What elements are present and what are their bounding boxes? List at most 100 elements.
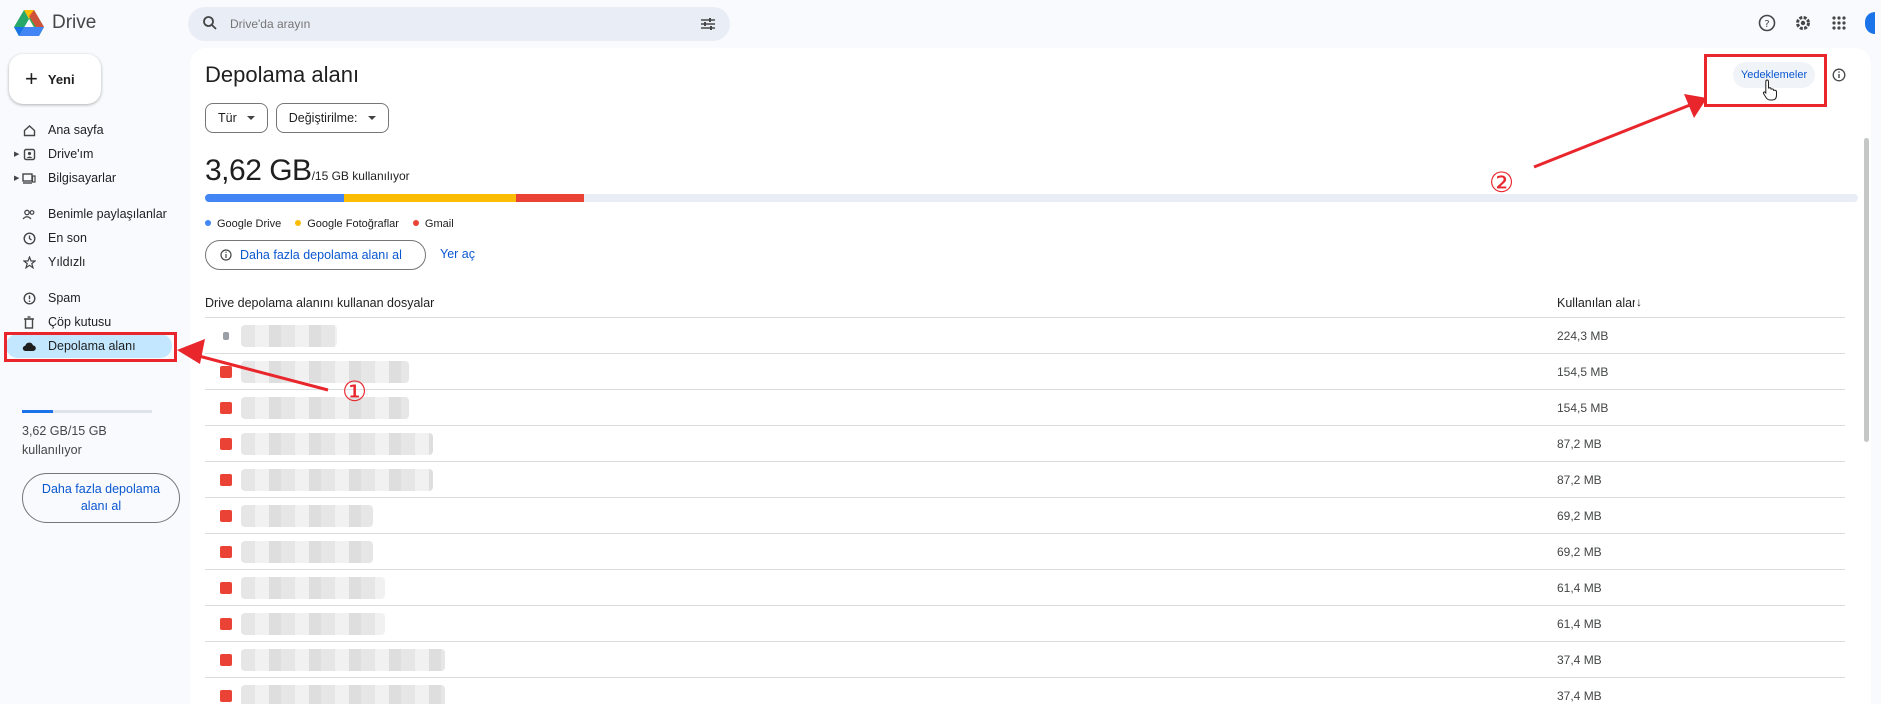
file-name-redacted[interactable] (241, 505, 373, 527)
file-table: 224,3 MB 154,5 MB 154,5 MB 87,2 MB 87,2 MB 69… (205, 318, 1845, 704)
file-size: 154,5 MB (1557, 401, 1609, 415)
file-icon (220, 366, 232, 378)
file-name-redacted[interactable] (241, 397, 409, 419)
get-more-storage-label: Daha fazla depolama alanı al (240, 248, 402, 262)
top-bar: Drive ? (0, 0, 1881, 48)
apps-grid-icon[interactable] (1829, 13, 1849, 33)
sidebar-item-label: Benimle paylaşılanlar (48, 207, 167, 221)
sidebar-item-trash[interactable]: Çöp kutusu (0, 310, 188, 334)
file-size: 87,2 MB (1557, 473, 1602, 487)
file-name-redacted[interactable] (241, 541, 373, 563)
table-row[interactable]: 61,4 MB (205, 606, 1845, 642)
table-row[interactable]: 154,5 MB (205, 354, 1845, 390)
video-icon (220, 402, 232, 414)
legend-label: Gmail (424, 218, 454, 230)
file-name-redacted[interactable] (241, 613, 385, 635)
shared-icon (22, 208, 36, 221)
file-size: 87,2 MB (1557, 437, 1602, 451)
file-name-redacted[interactable] (241, 577, 385, 599)
info-icon[interactable] (1832, 68, 1846, 82)
type-filter[interactable]: Tür (205, 103, 268, 133)
modified-filter[interactable]: Değiştirilme: (275, 103, 389, 133)
new-button[interactable]: + Yeni (9, 54, 101, 104)
computer-icon (22, 172, 36, 185)
sidebar-item-recent[interactable]: En son (0, 226, 188, 250)
size-column-header[interactable]: Kullanılan alan (1557, 296, 1635, 310)
search-input[interactable] (230, 13, 670, 35)
archive-icon (220, 690, 232, 702)
get-more-storage-button[interactable]: Daha fazla depolama alanı al (22, 473, 180, 523)
archive-icon (220, 438, 232, 450)
sidebar-item-shared[interactable]: Benimle paylaşılanlar (0, 202, 188, 226)
free-up-space-link[interactable]: Yer aç (440, 247, 475, 261)
table-row[interactable]: 69,2 MB (205, 498, 1845, 534)
usage-segment-photos (343, 194, 516, 202)
sidebar-item-computers[interactable]: ▶ Bilgisayarlar (0, 166, 188, 190)
sidebar: + Yeni Ana sayfa ▶ Drive'ım ▶ Bilgisayar… (0, 48, 188, 704)
avatar[interactable] (1865, 12, 1875, 34)
legend-label: Google Drive (217, 218, 282, 230)
archive-icon (220, 546, 232, 558)
dropdown-arrow-icon (246, 116, 255, 120)
my-drive-icon (22, 148, 36, 161)
legend-label: Google Fotoğraflar (307, 218, 399, 230)
new-button-label: Yeni (47, 71, 75, 87)
storage-usage-summary: 3,62 GB /15 GB kullanılıyor (205, 154, 410, 188)
file-name-redacted[interactable] (241, 685, 445, 704)
settings-icon[interactable] (1793, 13, 1813, 33)
file-name-redacted[interactable] (241, 361, 409, 383)
expand-caret-icon[interactable]: ▶ (14, 174, 19, 182)
plus-icon: + (25, 66, 38, 91)
sidebar-item-spam[interactable]: Spam (0, 286, 188, 310)
table-row[interactable]: 87,2 MB (205, 462, 1845, 498)
drive-logo[interactable]: Drive (14, 10, 96, 36)
file-size: 69,2 MB (1557, 509, 1602, 523)
spam-icon (22, 291, 36, 305)
sort-arrow-icon[interactable]: ↓ (1636, 295, 1642, 309)
info-circle-icon (220, 249, 232, 261)
table-row[interactable]: 37,4 MB (205, 642, 1845, 678)
sidebar-item-home[interactable]: Ana sayfa (0, 118, 188, 142)
sidebar-item-label: Ana sayfa (48, 123, 104, 137)
usage-legend: Google Drive Google Fotoğraflar Gmail (205, 218, 454, 230)
sidebar-item-label: Drive'ım (48, 147, 94, 161)
file-size: 61,4 MB (1557, 581, 1602, 595)
sidebar-nav: Ana sayfa ▶ Drive'ım ▶ Bilgisayarlar Ben… (0, 118, 188, 358)
archive-icon (220, 618, 232, 630)
sidebar-item-label: Yıldızlı (48, 255, 86, 269)
table-row[interactable]: 37,4 MB (205, 678, 1845, 704)
search-bar[interactable] (188, 7, 730, 41)
expand-caret-icon[interactable]: ▶ (14, 150, 19, 158)
help-icon[interactable]: ? (1757, 13, 1777, 33)
sidebar-item-my-drive[interactable]: ▶ Drive'ım (0, 142, 188, 166)
trash-icon (22, 315, 36, 329)
app-name: Drive (52, 12, 97, 33)
file-size: 37,4 MB (1557, 653, 1602, 667)
scrollbar[interactable] (1864, 138, 1869, 442)
legend-dot (205, 220, 211, 226)
legend-dot (412, 220, 419, 226)
table-row[interactable]: 154,5 MB (205, 390, 1845, 426)
sidebar-item-label: Spam (48, 291, 81, 305)
sidebar-item-starred[interactable]: Yıldızlı (0, 250, 188, 274)
archive-icon (220, 654, 232, 666)
highlight-box-storage (4, 332, 177, 362)
file-name-redacted[interactable] (241, 433, 433, 455)
table-row[interactable]: 87,2 MB (205, 426, 1845, 462)
get-more-storage-chip[interactable]: Daha fazla depolama alanı al (205, 240, 426, 270)
storage-usage-bar (205, 194, 1858, 202)
sidebar-item-label: Bilgisayarlar (48, 171, 117, 185)
usage-segment-gmail (515, 194, 584, 202)
file-name-redacted[interactable] (241, 325, 337, 347)
search-icon[interactable] (202, 15, 218, 31)
file-name-redacted[interactable] (241, 649, 445, 671)
file-size: 224,3 MB (1557, 329, 1609, 343)
table-row[interactable]: 224,3 MB (205, 318, 1845, 354)
dropdown-arrow-icon (367, 116, 376, 120)
search-options-icon[interactable] (700, 16, 716, 32)
legend-item-drive: Google Drive (205, 218, 281, 230)
table-row[interactable]: 61,4 MB (205, 570, 1845, 606)
table-row[interactable]: 69,2 MB (205, 534, 1845, 570)
file-name-redacted[interactable] (241, 469, 433, 491)
type-filter-label: Tür (218, 111, 237, 125)
